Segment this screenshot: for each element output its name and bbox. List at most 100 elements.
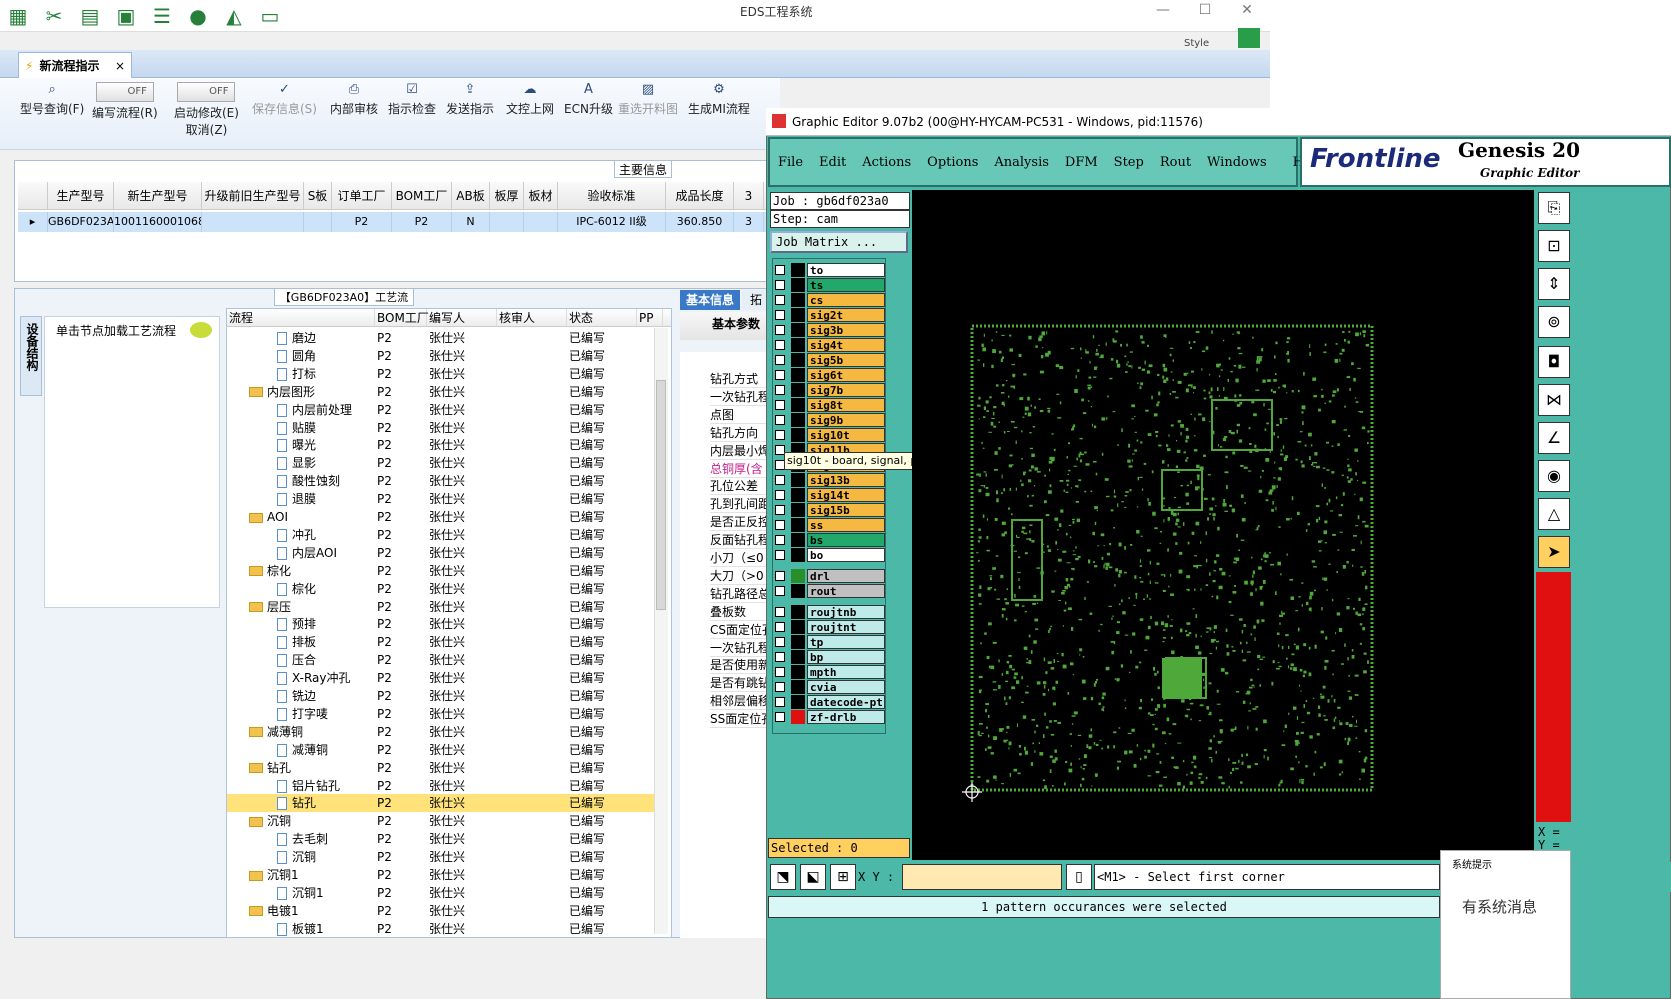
tree-row[interactable]: 钻孔 P2 张仕兴 已编写 — [227, 794, 657, 813]
tree-row[interactable]: 板镀1 P2 张仕兴 已编写 — [227, 920, 657, 937]
col-header[interactable]: PP — [637, 309, 663, 326]
cancel-label[interactable]: 取消(Z) — [186, 123, 228, 137]
tree-row[interactable]: 棕化 P2 张仕兴 已编写 — [227, 580, 657, 598]
xy-input[interactable] — [902, 864, 1062, 890]
layer-checkbox[interactable] — [775, 430, 785, 440]
off-switch[interactable]: OFF — [177, 82, 236, 102]
tree-row[interactable]: 去毛刺 P2 张仕兴 已编写 — [227, 830, 657, 848]
tab-new-flow[interactable]: ⚡ 新流程指示 × — [18, 52, 132, 78]
side-tab[interactable]: 设备结构 — [20, 316, 42, 396]
layer-checkbox[interactable] — [775, 697, 785, 707]
open-icon[interactable]: ⎘ — [1538, 192, 1570, 224]
layer-checkbox[interactable] — [775, 712, 785, 722]
layer-checkbox[interactable] — [775, 550, 785, 560]
tree-row[interactable]: 钻孔 P2 张仕兴 已编写 — [227, 759, 657, 777]
layer-checkbox[interactable] — [775, 637, 785, 647]
tree-row[interactable]: 内层前处理 P2 张仕兴 已编写 — [227, 401, 657, 419]
prop-label[interactable]: 钻孔方向 — [710, 424, 770, 442]
send-button[interactable]: ⇪ 发送指示 — [446, 82, 494, 117]
prop-label[interactable]: 一次钻孔程 — [710, 639, 770, 657]
layer-name[interactable]: rout — [807, 584, 885, 598]
pcb-canvas[interactable] — [912, 190, 1534, 860]
layer-checkbox[interactable] — [775, 355, 785, 365]
tree-row[interactable]: AOI P2 张仕兴 已编写 — [227, 508, 657, 526]
prop-label[interactable]: 是否有跳钻 — [710, 674, 770, 693]
monitor-icon[interactable]: ▭ — [256, 4, 284, 28]
layer-row[interactable]: ss — [775, 518, 885, 532]
layer-name[interactable]: roujtnt — [807, 620, 885, 634]
layer-checkbox[interactable] — [775, 265, 785, 275]
prop-label[interactable]: 一次钻孔程 — [710, 388, 770, 406]
col-header[interactable]: BOM工厂 — [375, 309, 429, 326]
layer-row[interactable]: sig7b — [775, 383, 885, 397]
layer-row[interactable]: bp — [775, 650, 885, 664]
menu-item-dfm[interactable]: DFM — [1057, 155, 1106, 170]
layer-name[interactable]: bp — [807, 650, 885, 664]
layer-checkbox[interactable] — [775, 535, 785, 545]
tree-row[interactable]: 压合 P2 张仕兴 已编写 — [227, 651, 657, 669]
reselect-button[interactable]: ▨ 重选开料图 — [618, 82, 678, 117]
prop-label[interactable]: 是否使用新 — [710, 656, 770, 675]
layer-row[interactable]: sig15b — [775, 503, 885, 517]
marker-icon[interactable]: ◉ — [1538, 460, 1570, 492]
layer-checkbox[interactable] — [775, 520, 785, 530]
layer-name[interactable]: sig6t — [807, 368, 885, 382]
table-icon[interactable]: ☰ — [148, 4, 176, 28]
layer-name[interactable]: sig4t — [807, 338, 885, 352]
layer-name[interactable]: mpth — [807, 665, 885, 679]
col-header[interactable]: 生产型号 — [48, 182, 114, 209]
zoom-box-icon[interactable]: ⬔ — [770, 864, 796, 890]
layer-name[interactable]: bo — [807, 548, 885, 562]
tree-row[interactable]: 酸性蚀刻 P2 张仕兴 已编写 — [227, 472, 657, 490]
tree-row[interactable]: 退膜 P2 张仕兴 已编写 — [227, 490, 657, 508]
tree-row[interactable]: 磨边 P2 张仕兴 已编写 — [227, 329, 657, 347]
tree-row[interactable]: 沉铜 P2 张仕兴 已编写 — [227, 848, 657, 866]
tree-row[interactable]: 冲孔 P2 张仕兴 已编写 — [227, 526, 657, 544]
check-button[interactable]: ☑ 指示检查 — [388, 82, 436, 117]
tree-row[interactable]: 打字唛 P2 张仕兴 已编写 — [227, 705, 657, 723]
layer-name[interactable]: datecode-pt — [807, 695, 885, 709]
prop-label[interactable]: 叠板数 — [710, 603, 770, 621]
col-header[interactable]: 板材 — [524, 182, 558, 209]
layer-name[interactable]: sig9b — [807, 413, 885, 427]
move-icon[interactable]: ⇕ — [1538, 268, 1570, 300]
layer-name[interactable]: bs — [807, 533, 885, 547]
prop-label[interactable]: 总铜厚(含 — [710, 460, 770, 478]
net-icon[interactable]: ⋈ — [1538, 384, 1570, 416]
style-icon[interactable] — [1238, 28, 1260, 48]
layer-row[interactable]: sig10t — [775, 428, 885, 442]
layer-checkbox[interactable] — [775, 571, 785, 581]
tree-row[interactable]: 曝光 P2 张仕兴 已编写 — [227, 436, 657, 454]
layer-name[interactable]: cs — [807, 293, 885, 307]
paste-icon[interactable]: ▣ — [112, 4, 140, 28]
prop-label[interactable]: 小刀（≤0 — [710, 549, 770, 567]
layer-row[interactable]: sig14t — [775, 488, 885, 502]
col-header[interactable]: 订单工厂 — [332, 182, 392, 209]
col-header[interactable]: 流程 — [227, 309, 375, 326]
ecn-button[interactable]: A ECN升级 — [564, 82, 613, 117]
layer-name[interactable]: sig13b — [807, 473, 885, 487]
prop-label[interactable]: 钻孔方式 — [710, 370, 770, 388]
grid-snap-icon[interactable]: ⊞ — [830, 864, 856, 890]
gen-mi-button[interactable]: ⚙ 生成MI流程 — [688, 82, 750, 117]
start-edit-toggle[interactable]: OFF 启动修改(E) 取消(Z) — [174, 82, 239, 138]
col-header[interactable]: 3 — [734, 182, 764, 209]
prop-label[interactable]: 内层最小焊 — [710, 442, 770, 460]
layer-row[interactable]: cvia — [775, 680, 885, 694]
scissors-icon[interactable]: ✂ — [40, 4, 68, 28]
col-header[interactable]: 状态 — [567, 309, 637, 326]
tree-row[interactable]: 铣边 P2 张仕兴 已编写 — [227, 687, 657, 705]
prop-label[interactable]: 点图 — [710, 406, 770, 424]
layer-row[interactable]: sig4t — [775, 338, 885, 352]
layer-checkbox[interactable] — [775, 667, 785, 677]
layer-row[interactable]: roujtnt — [775, 620, 885, 634]
layer-checkbox[interactable] — [775, 652, 785, 662]
prop-label[interactable]: 反面钻孔程 — [710, 531, 770, 550]
layer-row[interactable]: drl — [775, 569, 885, 583]
tree-row[interactable]: 减薄铜 P2 张仕兴 已编写 — [227, 723, 657, 741]
layer-checkbox[interactable] — [775, 475, 785, 485]
col-header[interactable]: 成品长度 — [666, 182, 734, 209]
prop-label[interactable]: CS面定位孔 — [710, 621, 770, 639]
snapshot-icon[interactable]: ◘ — [1538, 346, 1570, 378]
table-row[interactable]: ▸ GB6DF023A0 10011600010684 P2 P2 N IPC-… — [18, 212, 780, 232]
